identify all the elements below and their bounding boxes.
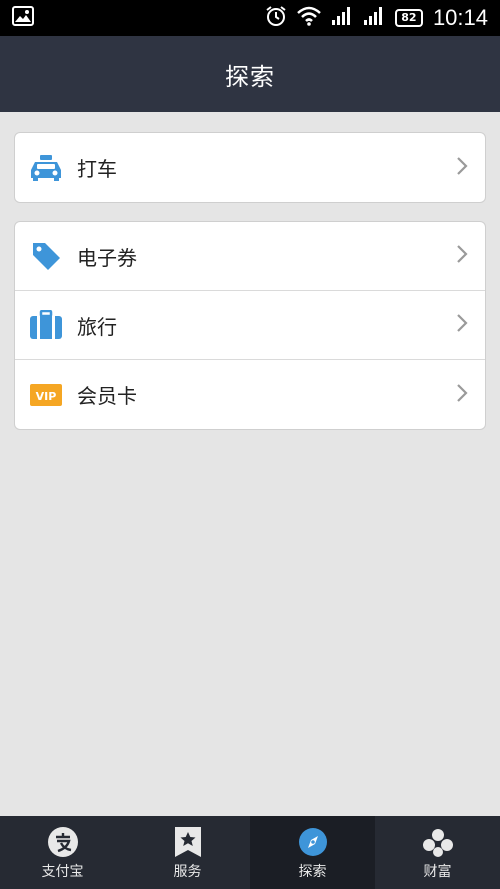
alipay-icon <box>47 825 79 859</box>
coupon-tag-icon <box>29 239 63 273</box>
menu-item-taxi[interactable]: 打车 <box>15 133 485 202</box>
wifi-icon <box>297 6 321 30</box>
status-clock: 10:14 <box>432 5 488 30</box>
chevron-right-icon <box>455 156 469 180</box>
tab-alipay[interactable]: 支付宝 <box>0 816 125 889</box>
nav-label: 探索 <box>298 863 327 880</box>
tab-explore[interactable]: 探索 <box>250 816 375 889</box>
menu-item-membership-card[interactable]: VIP 会员卡 <box>15 360 485 429</box>
signal-icon <box>331 6 353 30</box>
status-bar: 82 10:14 <box>0 0 500 36</box>
gallery-notification-icon <box>12 6 34 30</box>
chevron-right-icon <box>455 244 469 268</box>
tab-wealth[interactable]: 财富 <box>375 816 500 889</box>
tab-services[interactable]: 服务 <box>125 816 250 889</box>
vip-card-icon: VIP <box>29 378 63 412</box>
nav-label: 服务 <box>173 863 202 880</box>
menu-item-travel[interactable]: 旅行 <box>15 291 485 360</box>
menu-group: 电子券 旅行 VIP 会员卡 <box>14 221 486 430</box>
bottom-nav: 支付宝 服务 探索 财富 <box>0 816 500 889</box>
taxi-icon <box>29 151 63 185</box>
menu-item-label: 打车 <box>77 157 117 181</box>
alarm-icon <box>265 5 287 31</box>
battery-indicator: 82 <box>394 9 423 27</box>
signal-icon <box>363 6 385 30</box>
menu-item-label: 旅行 <box>77 314 117 339</box>
menu-item-label: 会员卡 <box>77 384 137 408</box>
menu-item-coupons[interactable]: 电子券 <box>15 222 485 291</box>
vip-badge-text: VIP <box>36 390 57 403</box>
nav-label: 财富 <box>423 863 452 880</box>
star-icon <box>174 825 202 859</box>
suitcase-icon <box>29 308 63 342</box>
title-bar: 探索 <box>0 36 500 112</box>
chevron-right-icon <box>455 383 469 407</box>
page-title: 探索 <box>225 62 275 91</box>
menu-group: 打车 <box>14 132 486 203</box>
menu-item-label: 电子券 <box>77 245 137 270</box>
chevron-right-icon <box>455 313 469 337</box>
explore-icon <box>297 825 329 859</box>
nav-label: 支付宝 <box>41 863 84 880</box>
wealth-icon <box>421 825 455 859</box>
